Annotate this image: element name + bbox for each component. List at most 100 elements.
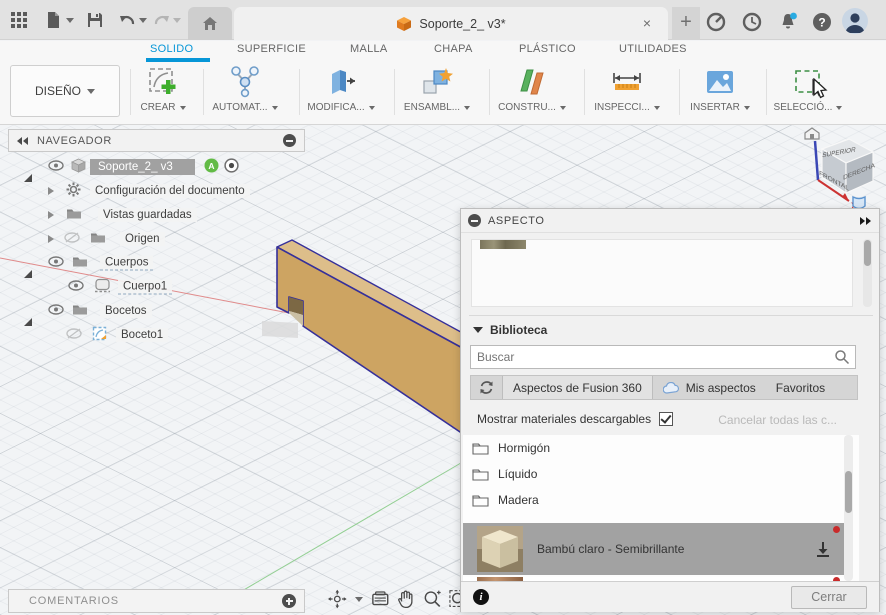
collapse-panel-icon[interactable] [17, 136, 29, 145]
expand-closed-icon[interactable] [48, 210, 54, 219]
tree-row-sketches[interactable]: Bocetos [8, 299, 308, 326]
undo-caret[interactable] [139, 18, 147, 23]
show-downloadable-checkbox[interactable] [659, 412, 673, 426]
visibility-eye-icon[interactable] [48, 160, 64, 171]
help-icon[interactable]: ? [812, 12, 832, 32]
visibility-off-eye-icon[interactable] [66, 328, 82, 339]
comments-label: COMENTARIOS [29, 595, 119, 607]
plus-icon: + [680, 11, 692, 33]
close-tab-icon[interactable]: × [640, 16, 654, 30]
section-collapse-icon[interactable] [473, 327, 483, 333]
group-ensamblar[interactable]: ENSAMBL... [391, 65, 483, 121]
redo-icon[interactable] [153, 11, 171, 29]
job-status-icon[interactable] [706, 12, 726, 32]
list-scrollbar-track[interactable] [844, 435, 853, 581]
list-scrollbar-thumb[interactable] [845, 471, 852, 513]
application-bar: Soporte_2_ v3* × + ? [0, 0, 886, 40]
expand-closed-icon[interactable] [48, 234, 54, 243]
file-menu-icon[interactable] [44, 11, 62, 29]
root-node-label[interactable]: Soporte_2_ v3 [90, 159, 195, 175]
dock-panel-icon[interactable] [859, 216, 871, 225]
group-inspeccionar[interactable]: INSPECCI... [581, 65, 673, 121]
viewcube-home-icon[interactable] [804, 127, 820, 140]
insert-image-icon [707, 71, 733, 93]
recent-clock-icon[interactable] [742, 12, 762, 32]
add-comment-icon[interactable] [282, 594, 296, 608]
save-icon[interactable] [86, 11, 104, 29]
search-icon[interactable] [834, 349, 850, 365]
group-caret [653, 105, 660, 110]
scrollbar-thumb[interactable] [864, 240, 871, 266]
material-folder-liquido[interactable]: Líquido [463, 461, 859, 487]
new-tab-button[interactable]: + [672, 7, 700, 40]
material-swatch-partial[interactable] [480, 240, 526, 249]
tree-row-body1[interactable]: Cuerpo1 [8, 275, 308, 299]
tree-row-sketch1[interactable]: Boceto1 [8, 323, 308, 347]
comments-bar[interactable]: COMENTARIOS [8, 589, 305, 613]
refresh-icon [480, 381, 493, 394]
visibility-eye-icon[interactable] [48, 304, 64, 315]
group-modificar[interactable]: MODIFICA... [295, 65, 387, 121]
visibility-eye-icon[interactable] [48, 256, 64, 267]
pan-hand-icon[interactable] [397, 589, 415, 609]
tab-favorites[interactable]: Favoritos [766, 376, 835, 399]
folder-icon [67, 209, 81, 219]
in-design-swatches-area[interactable] [471, 239, 853, 307]
ribbon-tab-utilidades[interactable]: UTILIDADES [619, 43, 687, 55]
collapse-dialog-icon[interactable] [468, 214, 481, 227]
group-seleccionar[interactable]: SELECCIÓ... [762, 65, 854, 121]
search-input[interactable] [471, 350, 834, 364]
tree-row-document-settings[interactable]: Configuración del documento [8, 179, 308, 203]
zoom-tool-icon[interactable] [423, 589, 442, 609]
scrollbar-track[interactable] [863, 239, 872, 307]
undo-icon[interactable] [118, 11, 136, 29]
material-folder-hormigon[interactable]: Hormigón [463, 435, 859, 461]
tree-row-origin[interactable]: Origen [8, 227, 308, 251]
active-component-radio-icon[interactable] [224, 158, 239, 173]
orbit-tool-icon[interactable] [328, 589, 347, 609]
svg-text:?: ? [818, 16, 825, 30]
expand-closed-icon[interactable] [48, 186, 54, 195]
app-grid-icon[interactable] [10, 11, 28, 29]
group-insertar[interactable]: INSERTAR [674, 65, 766, 121]
material-row-selected[interactable]: Bambú claro - Semibrillante [463, 523, 844, 575]
document-tab[interactable]: Soporte_2_ v3* × [234, 7, 668, 40]
notifications-bell-icon[interactable] [778, 12, 798, 32]
group-separator [584, 69, 585, 115]
info-icon[interactable]: i [473, 589, 489, 605]
material-folder-madera[interactable]: Madera [463, 487, 859, 513]
group-construir[interactable]: CONSTRU... [486, 65, 578, 121]
data-shield-icon[interactable] [852, 195, 866, 210]
view-cube[interactable]: X SUPERIOR FRONTAL DERECHA [791, 127, 886, 219]
ribbon-tab-superficie[interactable]: SUPERFICIE [237, 43, 306, 55]
close-dialog-button[interactable]: Cerrar [791, 586, 867, 609]
tab-fusion-aspects[interactable]: Aspectos de Fusion 360 [503, 376, 653, 399]
download-icon[interactable] [814, 540, 832, 558]
redo-caret[interactable] [173, 18, 181, 23]
divider [469, 315, 873, 316]
aspect-dialog-header[interactable]: ASPECTO [461, 209, 879, 233]
visibility-off-eye-icon[interactable] [64, 232, 80, 243]
ribbon-tab-plastico[interactable]: PLÁSTICO [519, 43, 576, 55]
home-tab[interactable] [188, 7, 232, 40]
ribbon-tab-solido[interactable]: SOLIDO [150, 43, 193, 55]
tree-row-saved-views[interactable]: Vistas guardadas [8, 203, 308, 227]
tab-my-aspects[interactable]: Mis aspectos [653, 376, 766, 399]
refresh-button[interactable] [471, 376, 503, 399]
file-menu-caret[interactable] [66, 18, 74, 23]
tree-row-root[interactable]: Soporte_2_ v3 A [8, 155, 308, 182]
visibility-eye-icon[interactable] [68, 280, 84, 291]
workspace-selector-button[interactable]: DISEÑO [10, 65, 120, 117]
library-section-header[interactable]: Biblioteca [473, 323, 547, 337]
ribbon-tab-malla[interactable]: MALLA [350, 43, 388, 55]
navigator-header[interactable]: NAVEGADOR [8, 129, 305, 152]
cancel-downloads-link[interactable]: Cancelar todas las c... [718, 413, 837, 427]
orbit-tool-caret[interactable] [354, 596, 363, 602]
user-avatar[interactable] [842, 8, 868, 34]
minimize-panel-icon[interactable] [283, 134, 296, 147]
group-automatizar[interactable]: AUTOMAT... [199, 65, 291, 121]
tree-row-bodies[interactable]: Cuerpos [8, 251, 308, 278]
look-at-tool-icon[interactable] [371, 590, 390, 608]
document-title: Soporte_2_ v3* [419, 16, 506, 31]
ribbon-tab-chapa[interactable]: CHAPA [434, 43, 473, 55]
